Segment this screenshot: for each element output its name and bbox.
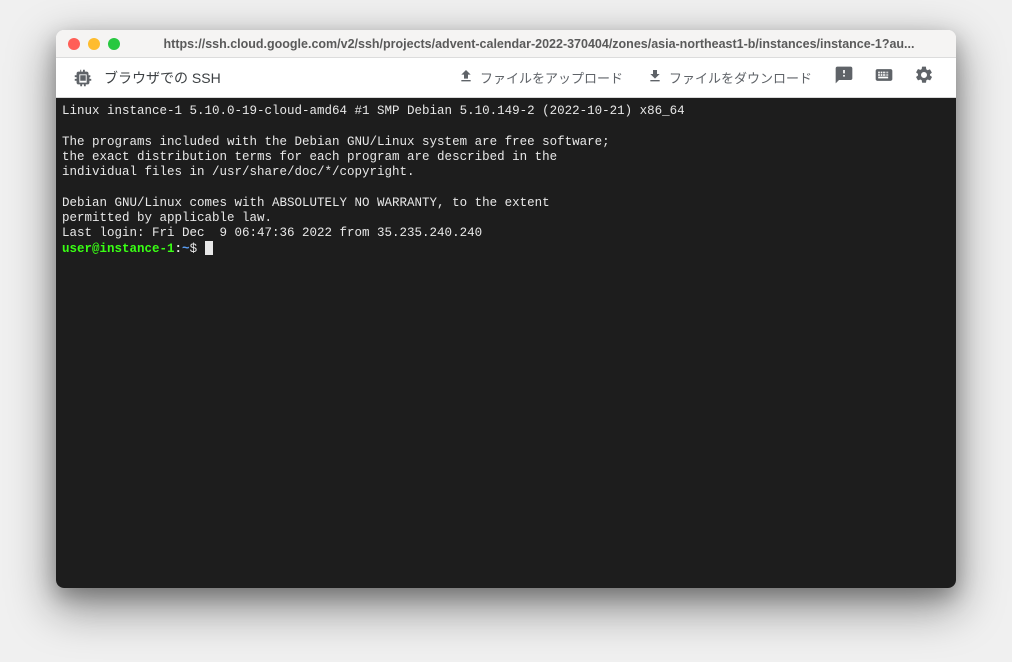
toolbar-title: ブラウザでの SSH — [104, 68, 221, 88]
feedback-icon — [834, 65, 854, 90]
close-window-button[interactable] — [68, 38, 80, 50]
keyboard-icon — [874, 65, 894, 90]
window-titlebar: https://ssh.cloud.google.com/v2/ssh/proj… — [56, 30, 956, 58]
upload-file-label: ファイルをアップロード — [480, 68, 623, 87]
motd-line: Debian GNU/Linux comes with ABSOLUTELY N… — [62, 196, 550, 210]
motd-line: Linux instance-1 5.10.0-19-cloud-amd64 #… — [62, 104, 685, 118]
motd-line: individual files in /usr/share/doc/*/cop… — [62, 165, 415, 179]
ssh-toolbar: ブラウザでの SSH ファイルをアップロード ファイルをダウンロード — [56, 58, 956, 98]
gear-icon — [914, 65, 934, 90]
traffic-lights — [68, 38, 120, 50]
download-file-label: ファイルをダウンロード — [669, 68, 812, 87]
download-file-button[interactable]: ファイルをダウンロード — [639, 64, 820, 91]
download-icon — [647, 68, 663, 87]
last-login-line: Last login: Fri Dec 9 06:47:36 2022 from… — [62, 226, 482, 240]
prompt-symbol: $ — [190, 242, 205, 256]
upload-file-button[interactable]: ファイルをアップロード — [450, 64, 631, 91]
terminal-output[interactable]: Linux instance-1 5.10.0-19-cloud-amd64 #… — [56, 98, 956, 588]
prompt-path: ~ — [182, 242, 190, 256]
motd-line: The programs included with the Debian GN… — [62, 135, 610, 149]
feedback-button[interactable] — [828, 62, 860, 94]
chip-icon — [72, 67, 94, 89]
settings-button[interactable] — [908, 62, 940, 94]
minimize-window-button[interactable] — [88, 38, 100, 50]
prompt-user: user@instance-1 — [62, 242, 175, 256]
upload-icon — [458, 68, 474, 87]
motd-line: the exact distribution terms for each pr… — [62, 150, 557, 164]
browser-window: https://ssh.cloud.google.com/v2/ssh/proj… — [56, 30, 956, 588]
maximize-window-button[interactable] — [108, 38, 120, 50]
keyboard-button[interactable] — [868, 62, 900, 94]
address-bar-url: https://ssh.cloud.google.com/v2/ssh/proj… — [134, 37, 944, 51]
prompt-colon: : — [175, 242, 183, 256]
terminal-cursor — [205, 241, 213, 255]
motd-line: permitted by applicable law. — [62, 211, 272, 225]
